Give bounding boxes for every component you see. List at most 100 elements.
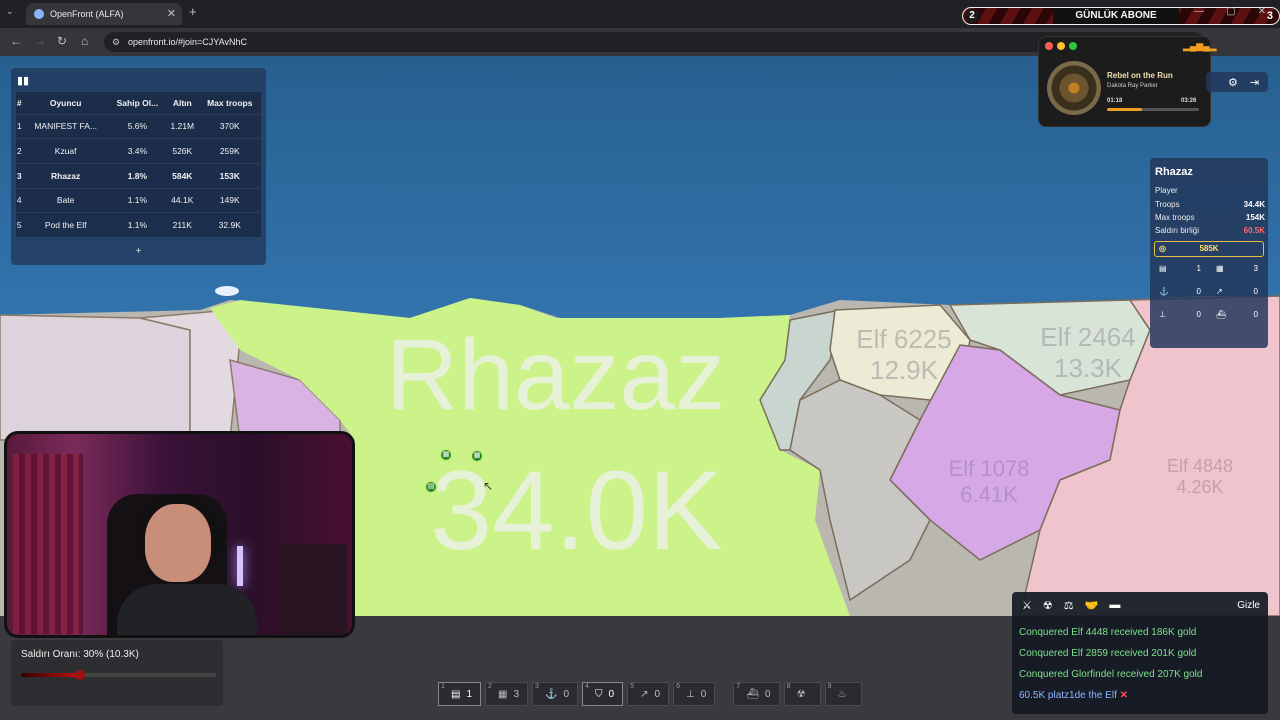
warship-icon: ⛴ <box>1216 310 1227 319</box>
tab-search-icon[interactable]: ⌄ <box>6 6 14 17</box>
troops-cell: 32.9K <box>198 212 261 238</box>
table-row[interactable]: 4 Bate 1.1% 44.1K 149K <box>16 187 261 213</box>
gold-coin-icon: ◎ <box>1159 244 1166 253</box>
banner-right-count: 3 <box>1266 10 1273 22</box>
expand-leaderboard-button[interactable]: + <box>11 246 266 257</box>
sam-launcher-icon: ⊥ <box>686 688 695 700</box>
max-troops-row: Max troops 154K <box>1155 213 1265 222</box>
iceberg <box>215 286 239 296</box>
attack-ratio-handle[interactable] <box>74 670 85 680</box>
gold-badge: ◎ 585K <box>1154 241 1264 257</box>
troops-row: Troops 34.4K <box>1155 200 1265 209</box>
troops-cell: 153K <box>198 162 261 189</box>
trade-filter-icon[interactable]: ⚖ <box>1064 599 1074 612</box>
build-missile-silo-button[interactable]: 5 ↗ 0 <box>627 682 670 706</box>
track-progress <box>1107 108 1199 111</box>
gold-cell: 211K <box>166 212 199 238</box>
hide-events-button[interactable]: Gizle <box>1237 600 1260 611</box>
main-territory-name: Rhazaz <box>386 319 726 431</box>
attack-ratio-slider[interactable] <box>21 673 216 677</box>
build-port-button[interactable]: 3 ⚓ 0 <box>532 682 579 706</box>
event-message-attack: 60.5K platz1de the Elf ✕ <box>1019 690 1129 701</box>
column-header-owned[interactable]: Sahip Ol... <box>108 92 167 114</box>
build-city-button[interactable]: 1 ▤ 1 <box>438 682 482 706</box>
main-territory-troops: 34.0K <box>430 448 723 573</box>
close-window-button[interactable]: ✕ <box>1258 6 1266 17</box>
attack-filter-icon[interactable]: ⚔ <box>1022 599 1032 612</box>
structure-port: ⚓ 0 <box>1159 287 1201 296</box>
build-defense-post-button[interactable]: 4 ⛉ 0 <box>582 682 624 706</box>
factory-icon: ▦ <box>498 688 508 700</box>
restore-button[interactable]: ▢ <box>1226 6 1235 17</box>
table-row[interactable]: 2 Kzuaf 3.4% 526K 259K <box>16 138 261 164</box>
build-factory-button[interactable]: 2 ▦ 3 <box>485 682 529 706</box>
alliance-filter-icon[interactable]: 🤝 <box>1085 599 1099 612</box>
zoom-dot-icon <box>1069 42 1077 50</box>
bar-chart-icon[interactable]: ▮▮ <box>17 74 29 87</box>
event-message: Conquered Elf 2859 received 201K gold <box>1019 648 1197 659</box>
factory-structure-icon[interactable]: ▦ <box>470 449 484 463</box>
structure-sam-launcher: ⊥ 0 <box>1159 310 1201 319</box>
owned-cell: 1.8% <box>108 162 167 189</box>
owned-cell: 3.4% <box>108 138 167 164</box>
event-message: Conquered Glorfindel received 207K gold <box>1019 669 1203 680</box>
table-row[interactable]: 5 Pod the Elf 1.1% 211K 32.9K <box>16 212 261 238</box>
track-artist: Dakota Ray Parker <box>1107 83 1158 89</box>
port-icon: ⚓ <box>545 688 558 700</box>
url-text: openfront.io/#join=CJYAvNhC <box>128 37 247 47</box>
banner-left-count: 2 <box>965 9 979 23</box>
attack-ratio-label: Saldırı Oranı: 30% (10.3K) <box>21 649 139 660</box>
forward-icon[interactable]: → <box>34 34 46 48</box>
home-icon[interactable]: ⌂ <box>81 34 88 48</box>
nuke-filter-icon[interactable]: ☢ <box>1043 599 1053 612</box>
settings-icon[interactable]: ⚙ <box>1228 76 1238 89</box>
total-time: 03:26 <box>1181 98 1197 104</box>
minimize-dot-icon <box>1057 42 1065 50</box>
map-label-elf-1078: Elf 1078 6.41K <box>948 456 1030 507</box>
column-header-player[interactable]: Oyuncu <box>22 92 109 114</box>
events-panel: ⚔ ☢ ⚖ 🤝 ▬ Gizle Conquered Elf 4448 recei… <box>1012 592 1268 714</box>
build-hydrogen-bomb-button[interactable]: 9 ♨ <box>824 682 862 706</box>
owned-cell: 5.6% <box>108 113 167 139</box>
new-tab-button[interactable]: + <box>189 4 197 19</box>
city-icon: ▤ <box>1159 264 1167 273</box>
webcam-overlay <box>4 431 355 638</box>
build-sam-launcher-button[interactable]: 6 ⊥ 0 <box>673 682 716 706</box>
player-cell: Bate <box>22 187 109 213</box>
sam-launcher-icon: ⊥ <box>1159 310 1166 319</box>
city-structure-icon[interactable]: ▤ <box>424 480 438 494</box>
close-tab-icon[interactable]: ✕ <box>167 7 176 20</box>
troops-cell: 149K <box>198 187 261 213</box>
player-info-panel: Rhazaz Player Troops 34.4K Max troops 154K… <box>1150 158 1268 348</box>
site-info-icon[interactable]: ⚙ <box>112 32 120 52</box>
territory-west <box>0 314 191 441</box>
chat-filter-icon[interactable]: ▬ <box>1109 599 1120 612</box>
map-label-elf-4848: Elf 4848 4.26K <box>1166 456 1234 497</box>
column-header-gold[interactable]: Altın <box>166 92 199 114</box>
factory-structure-icon[interactable]: ▦ <box>439 448 453 462</box>
track-title: Rebel on the Run <box>1107 71 1173 80</box>
cancel-attack-icon[interactable]: ✕ <box>1120 690 1128 701</box>
minimize-button[interactable]: — <box>1194 6 1204 17</box>
player-cell: Pod the Elf <box>22 212 109 238</box>
alliance-row: Saldırı birliği 60.5K <box>1155 226 1265 235</box>
reload-icon[interactable]: ↻ <box>57 34 67 48</box>
back-icon[interactable]: ← <box>10 34 22 48</box>
top-right-controls: ⚙ ⇥ <box>1206 72 1268 92</box>
build-warship-button[interactable]: 7 ⛴ 0 <box>733 682 780 706</box>
column-header-max-troops[interactable]: Max troops <box>198 92 261 114</box>
event-message: Conquered Elf 4448 received 186K gold <box>1019 627 1197 638</box>
table-row[interactable]: 3 Rhazaz 1.8% 584K 153K <box>16 162 261 189</box>
missile-silo-icon: ↗ <box>640 688 649 700</box>
browser-tab[interactable]: OpenFront (ALFA) ✕ <box>26 3 182 25</box>
build-atom-bomb-button[interactable]: 8 ☢ <box>783 682 821 706</box>
elapsed-time: 01:18 <box>1107 98 1123 104</box>
window-controls: — ▢ ✕ <box>1194 6 1266 17</box>
map-label-elf-6225: Elf 6225 12.9K <box>856 324 952 385</box>
event-filter-toolbar: ⚔ ☢ ⚖ 🤝 ▬ <box>1022 599 1120 612</box>
owned-cell: 1.1% <box>108 212 167 238</box>
tab-title: OpenFront (ALFA) <box>50 9 124 19</box>
exit-icon[interactable]: ⇥ <box>1250 76 1259 89</box>
table-row[interactable]: 1 MANIFEST FA... 5.6% 1.21M 370K <box>16 113 261 139</box>
player-cell: Kzuaf <box>22 138 109 164</box>
